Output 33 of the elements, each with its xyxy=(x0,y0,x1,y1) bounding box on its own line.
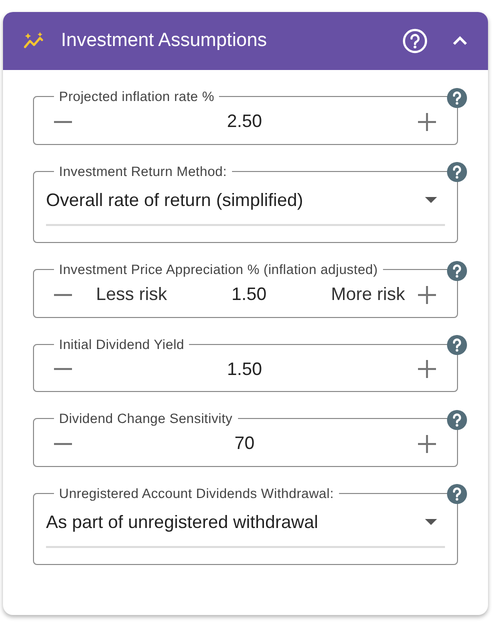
help-icon[interactable] xyxy=(402,28,428,54)
minus-icon xyxy=(54,294,72,296)
field-label: Unregistered Account Dividends Withdrawal: xyxy=(58,486,335,500)
minus-icon xyxy=(54,368,72,370)
help-icon[interactable] xyxy=(446,260,468,282)
help-icon[interactable] xyxy=(446,483,468,505)
help-icon[interactable] xyxy=(446,161,468,183)
plus-icon xyxy=(417,434,437,454)
minus-icon xyxy=(54,442,72,444)
dropdown-caret-icon xyxy=(425,197,437,203)
field-label: Investment Return Method: xyxy=(58,164,228,178)
field-label: Initial Dividend Yield xyxy=(58,338,186,351)
field-label: Projected inflation rate % xyxy=(58,90,216,104)
collapse-icon[interactable] xyxy=(452,35,468,47)
plus-icon xyxy=(417,359,437,379)
trend-sparkle-icon xyxy=(23,31,45,51)
help-icon[interactable] xyxy=(446,86,468,108)
help-icon[interactable] xyxy=(446,334,468,356)
value-field[interactable]: 1.50 xyxy=(231,281,267,308)
range-label: Less risk xyxy=(96,283,168,306)
value-field[interactable]: 2.50 xyxy=(226,108,262,135)
plus-icon xyxy=(417,112,437,132)
value-field[interactable]: 70 xyxy=(234,430,255,457)
minus-icon xyxy=(54,120,72,122)
plus-icon xyxy=(417,284,437,304)
field-label: Investment Price Appreciation % (inflation adjusted) xyxy=(58,263,379,276)
value-field[interactable]: 1.50 xyxy=(226,356,262,382)
range-label: More risk xyxy=(330,283,405,306)
field-label: Dividend Change Sensitivity xyxy=(58,412,234,426)
help-icon[interactable] xyxy=(446,408,468,430)
panel-title: Investment Assumptions xyxy=(61,28,268,53)
dropdown-caret-icon xyxy=(425,519,437,525)
dropdown-field[interactable]: Overall rate of return (simplified) xyxy=(46,176,445,226)
